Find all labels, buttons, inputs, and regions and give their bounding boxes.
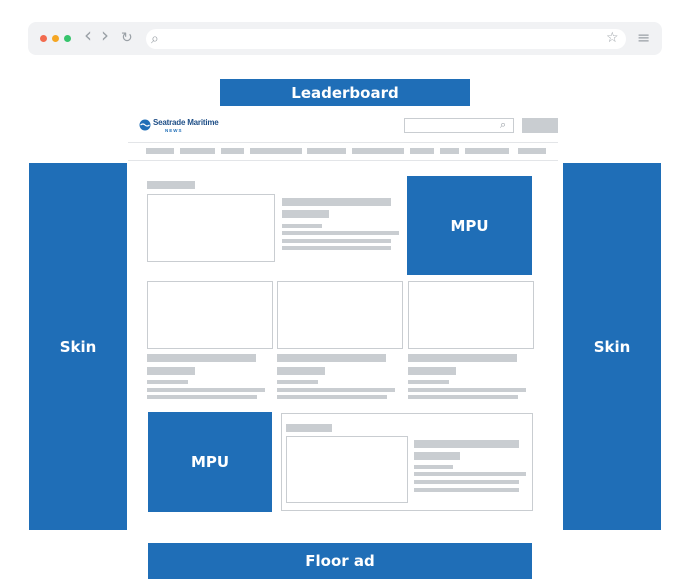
panel-headline-line[interactable] bbox=[414, 440, 519, 448]
nav-item[interactable] bbox=[307, 148, 346, 154]
window-close-dot[interactable] bbox=[40, 35, 47, 42]
window-maximize-dot[interactable] bbox=[64, 35, 71, 42]
nav-item[interactable] bbox=[250, 148, 302, 154]
featured-text-line bbox=[282, 224, 322, 228]
site-search-input[interactable] bbox=[404, 118, 514, 133]
panel-text-line bbox=[414, 488, 519, 492]
nav-item[interactable] bbox=[440, 148, 459, 154]
panel-text-line bbox=[414, 465, 453, 469]
card-headline-line[interactable] bbox=[147, 367, 195, 375]
card-headline-line[interactable] bbox=[277, 367, 325, 375]
featured-text-line bbox=[282, 246, 391, 250]
featured-headline-line[interactable] bbox=[282, 198, 391, 206]
card-text-line bbox=[147, 380, 188, 384]
skin-ad-right: Skin bbox=[563, 163, 661, 530]
card-image[interactable] bbox=[408, 281, 534, 349]
logo-title: Seatrade Maritime bbox=[153, 118, 219, 127]
back-arrow-icon[interactable]: ‹ bbox=[84, 25, 92, 45]
logo-subtitle: NEWS bbox=[165, 128, 183, 133]
card-text-line bbox=[408, 380, 449, 384]
featured-text-line bbox=[282, 239, 391, 243]
card-image[interactable] bbox=[147, 281, 273, 349]
nav-item[interactable] bbox=[352, 148, 404, 154]
skin-ad-left: Skin bbox=[29, 163, 127, 530]
card-text-line bbox=[277, 388, 395, 392]
nav-item[interactable] bbox=[180, 148, 215, 154]
card-image[interactable] bbox=[277, 281, 403, 349]
card-text-line bbox=[147, 388, 265, 392]
card-text-line bbox=[408, 395, 518, 399]
search-icon: ⌕ bbox=[151, 31, 159, 47]
featured-text-line bbox=[282, 231, 399, 235]
featured-image[interactable] bbox=[147, 194, 275, 262]
panel-headline-line[interactable] bbox=[414, 452, 460, 460]
panel-label bbox=[286, 424, 332, 432]
nav-item[interactable] bbox=[221, 148, 244, 154]
card-headline-line[interactable] bbox=[408, 354, 517, 362]
card-text-line bbox=[408, 388, 526, 392]
panel-text-line bbox=[414, 480, 519, 484]
header-button[interactable] bbox=[522, 118, 558, 133]
header-divider bbox=[128, 142, 558, 143]
nav-item[interactable] bbox=[146, 148, 174, 154]
card-text-line bbox=[277, 380, 318, 384]
leaderboard-ad: Leaderboard bbox=[220, 79, 470, 106]
mpu-ad-bottom: MPU bbox=[148, 412, 272, 512]
mpu-ad-top: MPU bbox=[407, 176, 532, 275]
card-headline-line[interactable] bbox=[277, 354, 386, 362]
card-headline-line[interactable] bbox=[147, 354, 256, 362]
site-search-icon[interactable]: ⌕ bbox=[500, 119, 506, 131]
logo-wave-icon bbox=[139, 119, 151, 131]
floor-ad: Floor ad bbox=[148, 543, 532, 579]
star-icon[interactable]: ☆ bbox=[606, 29, 619, 47]
nav-item[interactable] bbox=[518, 148, 546, 154]
panel-image[interactable] bbox=[286, 436, 408, 503]
card-text-line bbox=[277, 395, 387, 399]
section-label bbox=[147, 181, 195, 189]
card-text-line bbox=[147, 395, 257, 399]
nav-item[interactable] bbox=[465, 148, 509, 154]
forward-arrow-icon[interactable]: › bbox=[101, 25, 109, 45]
panel-text-line bbox=[414, 472, 526, 476]
reload-icon[interactable]: ↻ bbox=[121, 29, 133, 47]
featured-headline-line[interactable] bbox=[282, 210, 329, 218]
window-minimize-dot[interactable] bbox=[52, 35, 59, 42]
nav-divider bbox=[128, 160, 558, 161]
address-bar[interactable] bbox=[146, 29, 626, 49]
nav-item[interactable] bbox=[410, 148, 434, 154]
site-logo[interactable]: Seatrade Maritime NEWS bbox=[139, 118, 239, 138]
card-headline-line[interactable] bbox=[408, 367, 456, 375]
menu-icon[interactable]: ≡ bbox=[637, 29, 650, 47]
